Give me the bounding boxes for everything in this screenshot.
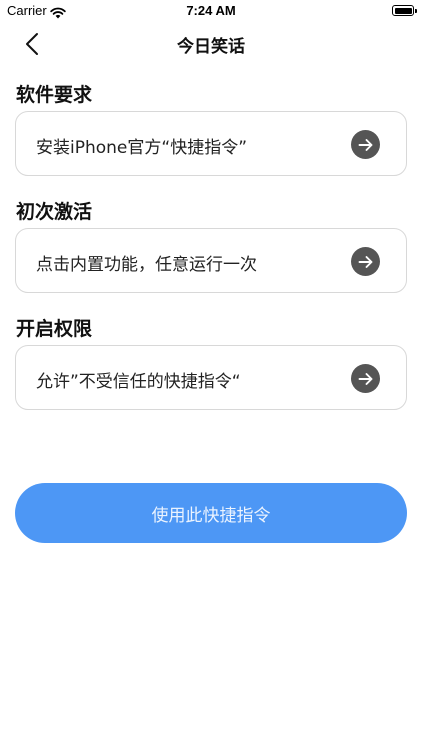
allow-untrusted-shortcuts-card[interactable]: 允许”不受信任的快捷指令“ bbox=[15, 345, 407, 410]
use-shortcut-button[interactable]: 使用此快捷指令 bbox=[15, 483, 407, 543]
arrow-right-circle-icon bbox=[351, 130, 380, 159]
card-label: 安装iPhone官方“快捷指令” bbox=[36, 138, 247, 158]
install-shortcuts-card[interactable]: 安装iPhone官方“快捷指令” bbox=[15, 111, 407, 176]
card-label: 点击内置功能，任意运行一次 bbox=[36, 255, 257, 275]
arrow-right-circle-icon bbox=[351, 247, 380, 276]
battery-tip bbox=[415, 9, 417, 13]
arrow-right-circle-icon bbox=[351, 364, 380, 393]
status-time: 7:24 AM bbox=[186, 3, 236, 18]
section-title-software-requirements: 软件要求 bbox=[16, 84, 93, 106]
battery-icon bbox=[392, 5, 414, 16]
card-label: 允许”不受信任的快捷指令“ bbox=[36, 372, 241, 392]
battery-level bbox=[394, 7, 412, 14]
section-title-first-activation: 初次激活 bbox=[16, 201, 93, 223]
navigation-bar: 今日笑话 bbox=[0, 22, 422, 66]
page-title: 今日笑话 bbox=[177, 37, 245, 57]
run-builtin-function-card[interactable]: 点击内置功能，任意运行一次 bbox=[15, 228, 407, 293]
status-bar: Carrier 7:24 AM bbox=[0, 0, 422, 22]
section-title-enable-permissions: 开启权限 bbox=[16, 318, 93, 340]
